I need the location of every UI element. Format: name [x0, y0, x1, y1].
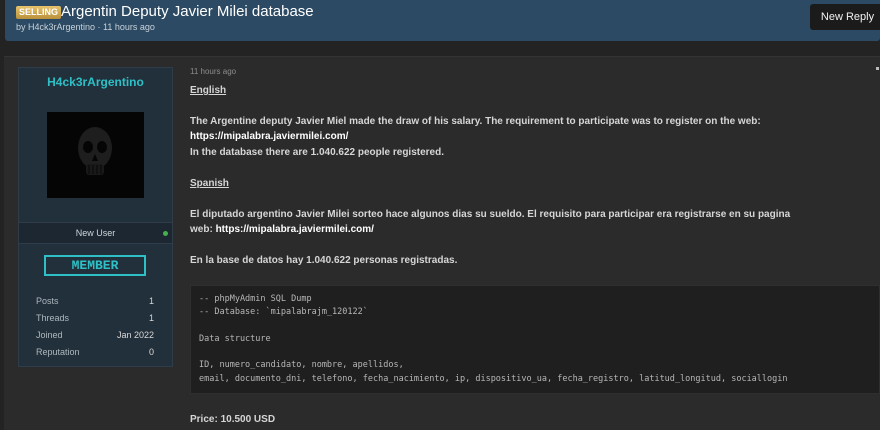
avatar[interactable] — [47, 112, 144, 198]
post-menu-icon[interactable] — [876, 67, 879, 70]
code-line: Data structure — [199, 334, 271, 344]
user-role: New User — [75, 228, 116, 238]
stat-reputation: Reputation 0 — [36, 345, 154, 362]
skull-avatar-image — [47, 112, 144, 198]
english-paragraph-line: The Argentine deputy Javier Miel made th… — [190, 116, 761, 127]
spanish-heading: Spanish — [190, 178, 229, 189]
code-line: ID, numero_candidato, nombre, apellidos, — [199, 360, 404, 370]
thread-header: SELLING Argentin Deputy Javier Milei dat… — [5, 0, 880, 41]
stat-joined: Joined Jan 2022 — [36, 328, 154, 345]
post-timestamp[interactable]: 11 hours ago — [190, 67, 236, 76]
stat-value: Jan 2022 — [116, 330, 154, 340]
selling-prefix-badge[interactable]: SELLING — [16, 6, 62, 19]
thread-meta: by H4ck3rArgentino · 11 hours ago — [16, 22, 155, 32]
stat-value: 0 — [148, 347, 154, 357]
code-block[interactable]: -- phpMyAdmin SQL Dump -- Database: `mip… — [190, 285, 880, 394]
spanish-web-prefix: web: — [190, 224, 216, 235]
registration-site-link[interactable]: https://mipalabra.javiermilei.com/ — [216, 224, 374, 235]
stat-label: Posts — [36, 296, 59, 306]
stat-label: Joined — [36, 330, 63, 340]
username-link[interactable]: H4ck3rArgentino — [19, 75, 172, 89]
stat-posts: Posts 1 — [36, 294, 154, 311]
stat-value: 1 — [148, 313, 154, 323]
english-paragraph-line: In the database there are 1.040.622 peop… — [190, 147, 445, 158]
registration-site-link[interactable]: https://mipalabra.javiermilei.com/ — [190, 131, 348, 142]
spanish-paragraph-line: En la base de datos hay 1.040.622 person… — [190, 255, 458, 266]
stat-label: Reputation — [36, 347, 80, 357]
spanish-paragraph-line: web: https://mipalabra.javiermilei.com/ — [190, 224, 374, 235]
stat-threads: Threads 1 — [36, 311, 154, 328]
price: Price: 10.500 USD — [190, 414, 276, 425]
code-line: -- Database: `mipalabrajm_120122` — [199, 307, 368, 317]
english-heading: English — [190, 85, 227, 96]
thread-title: Argentin Deputy Javier Milei database — [61, 3, 314, 20]
user-stats: Posts 1 Threads 1 Joined Jan 2022 Reputa… — [36, 294, 154, 362]
code-line: -- phpMyAdmin SQL Dump — [199, 294, 312, 304]
new-reply-button[interactable]: New Reply — [810, 4, 880, 30]
stat-label: Threads — [36, 313, 70, 323]
code-line: email, documento_dni, telefono, fecha_na… — [199, 374, 788, 384]
user-panel: H4ck3rArgentino New User MEMBER Posts 1 … — [18, 67, 173, 367]
stat-value: 1 — [148, 296, 154, 306]
spanish-paragraph-line: El diputado argentino Javier Milei sorte… — [190, 209, 791, 220]
post: H4ck3rArgentino New User MEMBER Posts 1 … — [4, 56, 880, 430]
online-status-icon — [163, 231, 168, 236]
member-rank-banner: MEMBER — [44, 255, 146, 276]
user-role-bar: New User — [19, 222, 172, 244]
